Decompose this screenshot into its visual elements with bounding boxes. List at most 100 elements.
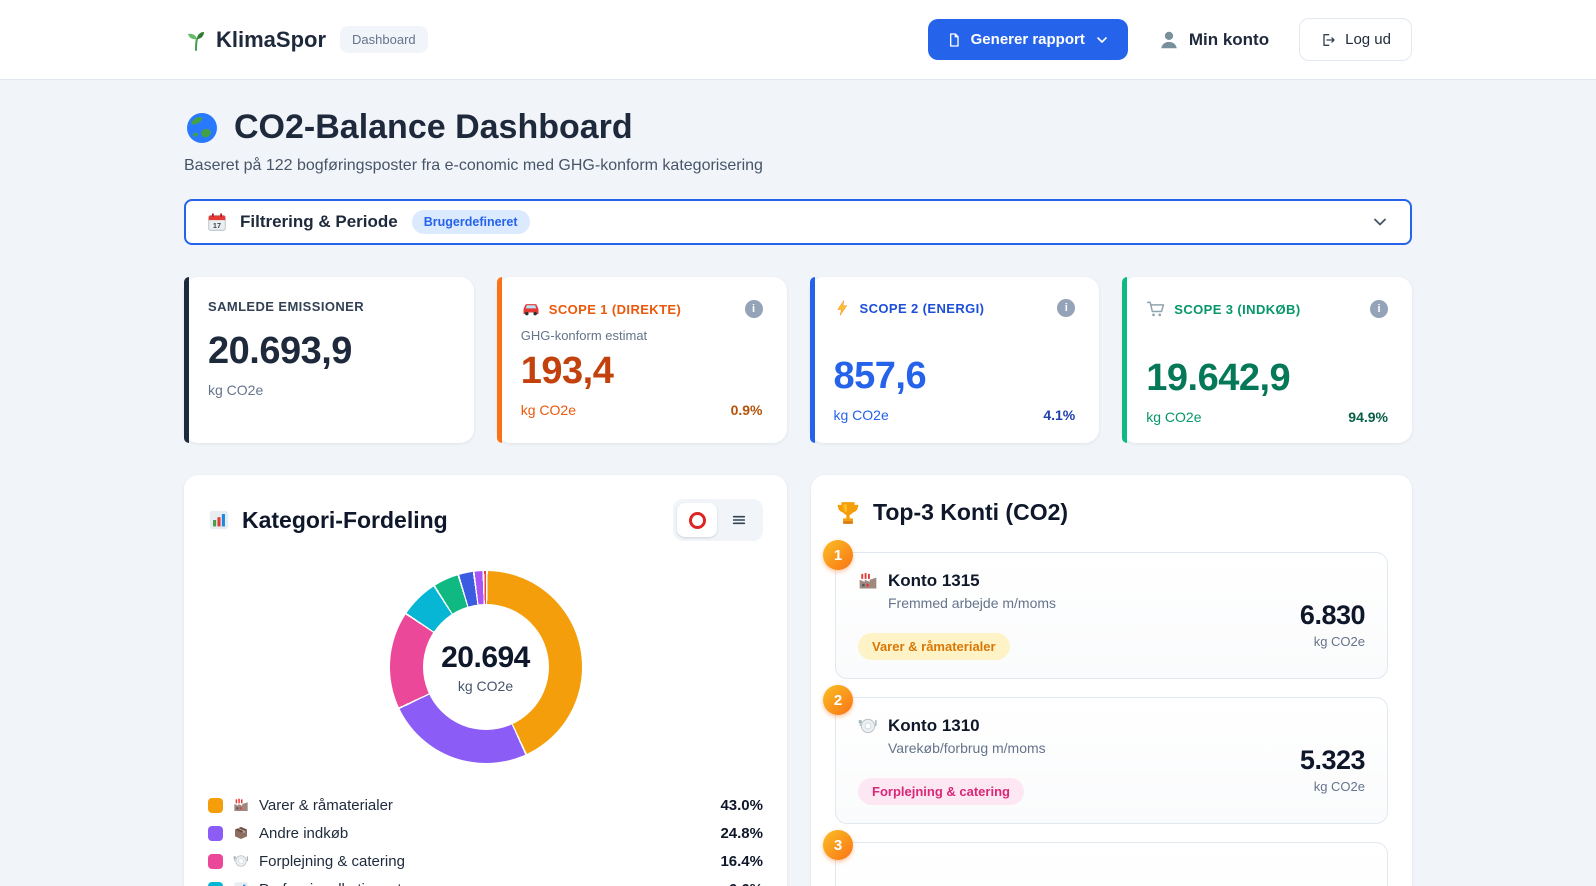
legend-percent: 6.6% xyxy=(729,881,763,886)
account-description: Varekøb/forbrug m/moms xyxy=(888,740,1046,756)
legend-label: Andre indkøb xyxy=(259,825,348,842)
donut-center: 20.694 kg CO2e xyxy=(423,604,549,730)
bar-chart-icon xyxy=(233,881,249,886)
filter-title: Filtrering & Periode xyxy=(240,212,398,232)
donut-chart-icon xyxy=(689,512,706,529)
person-icon xyxy=(1158,29,1180,51)
stat-scope2-value: 857,6 xyxy=(834,355,1076,398)
stat-total-unit: kg CO2e xyxy=(208,382,263,398)
chart-view-toggle xyxy=(673,499,763,541)
list-view-button[interactable] xyxy=(719,503,759,537)
rank-badge: 2 xyxy=(823,685,853,715)
stat-scope1-subtitle: GHG-konform estimat xyxy=(521,328,763,343)
seedling-icon xyxy=(184,28,208,52)
donut-total-unit: kg CO2e xyxy=(458,678,513,694)
stat-scope1-share: 0.9% xyxy=(731,402,763,418)
legend-percent: 24.8% xyxy=(720,825,763,842)
svg-text:17: 17 xyxy=(213,221,221,230)
stat-scope3-share: 94.9% xyxy=(1348,409,1388,425)
legend-swatch xyxy=(208,798,223,813)
stat-scope1-value: 193,4 xyxy=(521,350,763,393)
stat-card-scope1: SCOPE 1 (DIREKTE) i GHG-konform estimat … xyxy=(497,277,787,443)
donut-view-button[interactable] xyxy=(677,503,717,537)
donut-chart[interactable]: 20.694 kg CO2e xyxy=(390,571,582,763)
stat-total-value: 20.693,9 xyxy=(208,330,450,373)
account-co2-unit: kg CO2e xyxy=(1314,779,1365,794)
generate-report-label: Generer rapport xyxy=(971,31,1085,48)
rank-badge: 1 xyxy=(823,540,853,570)
legend-swatch xyxy=(208,882,223,886)
stat-card-total: SAMLEDE EMISSIONER 20.693,9 kg CO2e xyxy=(184,277,474,443)
generate-report-button[interactable]: Generer rapport xyxy=(928,19,1128,60)
scope2-info-icon[interactable]: i xyxy=(1057,299,1075,317)
page-title-text: CO2-Balance Dashboard xyxy=(234,108,633,147)
top3-list: 1 Konto 1315 Fremmed arbejde m/moms xyxy=(835,552,1388,886)
top3-item-2[interactable]: 2 Konto 1310 Varekøb/forbrug m/moms xyxy=(835,697,1388,824)
document-icon xyxy=(946,32,962,48)
account-co2-value: 6.830 xyxy=(1300,600,1365,631)
calendar-icon: 17 xyxy=(206,211,228,233)
legend-label: Professionelle tjenester xyxy=(259,881,415,886)
top3-panel-title: Top-3 Konti (CO2) xyxy=(835,499,1068,526)
account-co2-unit: kg CO2e xyxy=(1314,634,1365,649)
rank-badge: 3 xyxy=(823,830,853,860)
legend-swatch xyxy=(208,854,223,869)
legend-row[interactable]: Professionelle tjenester 6.6% xyxy=(208,875,763,886)
scope3-info-icon[interactable]: i xyxy=(1370,300,1388,318)
donut-total-value: 20.694 xyxy=(441,641,530,675)
account-menu[interactable]: Min konto xyxy=(1158,29,1269,51)
top3-item-3[interactable]: 3 xyxy=(835,842,1388,886)
package-icon xyxy=(233,825,249,841)
legend-row[interactable]: Andre indkøb 24.8% xyxy=(208,819,763,847)
list-icon xyxy=(731,512,747,528)
legend-label: Varer & råmaterialer xyxy=(259,797,393,814)
bar-chart-icon xyxy=(208,509,230,531)
category-distribution-panel: Kategori-Fordeling 20.694 xyxy=(184,475,787,886)
chart-legend: Varer & råmaterialer 43.0% Andre indkøb … xyxy=(208,791,763,886)
top3-item-1[interactable]: 1 Konto 1315 Fremmed arbejde m/moms xyxy=(835,552,1388,679)
account-label: Min konto xyxy=(1189,30,1269,50)
account-title: Konto 1315 xyxy=(888,571,1056,591)
legend-row[interactable]: Varer & råmaterialer 43.0% xyxy=(208,791,763,819)
category-panel-title-text: Kategori-Fordeling xyxy=(242,507,448,534)
dashboard-badge: Dashboard xyxy=(340,26,428,53)
scope1-info-icon[interactable]: i xyxy=(745,300,763,318)
account-co2-value: 5.323 xyxy=(1300,745,1365,776)
stat-scope2-share: 4.1% xyxy=(1043,407,1075,423)
stat-scope2-label: SCOPE 2 (ENERGI) xyxy=(860,301,985,316)
stat-scope3-label: SCOPE 3 (INDKØB) xyxy=(1174,302,1300,317)
account-title: Konto 1310 xyxy=(888,716,1046,736)
stat-total-label: SAMLEDE EMISSIONER xyxy=(208,299,450,314)
lightning-icon xyxy=(834,299,852,317)
legend-percent: 16.4% xyxy=(720,853,763,870)
category-pill: Forplejning & catering xyxy=(858,778,1024,805)
chevron-down-icon xyxy=(1094,32,1110,48)
category-panel-title: Kategori-Fordeling xyxy=(208,507,448,534)
earth-icon xyxy=(184,110,220,146)
car-icon xyxy=(521,299,541,319)
top3-panel-title-text: Top-3 Konti (CO2) xyxy=(873,499,1068,526)
top3-accounts-panel: Top-3 Konti (CO2) 1 xyxy=(811,475,1412,886)
brand-name: KlimaSpor xyxy=(216,27,326,53)
stat-scope1-unit: kg CO2e xyxy=(521,402,576,418)
legend-swatch xyxy=(208,826,223,841)
stat-scope2-unit: kg CO2e xyxy=(834,407,889,423)
logout-button[interactable]: Log ud xyxy=(1299,18,1412,61)
plate-icon xyxy=(858,716,878,736)
account-description: Fremmed arbejde m/moms xyxy=(888,595,1056,611)
filter-period-bar[interactable]: 17 Filtrering & Periode Brugerdefineret xyxy=(184,199,1412,245)
stat-scope3-value: 19.642,9 xyxy=(1146,357,1388,400)
brand[interactable]: KlimaSpor xyxy=(184,27,326,53)
legend-percent: 43.0% xyxy=(720,797,763,814)
plate-icon xyxy=(233,853,249,869)
top-navbar: KlimaSpor Dashboard Generer rapport Min … xyxy=(0,0,1596,80)
legend-row[interactable]: Forplejning & catering 16.4% xyxy=(208,847,763,875)
filter-chevron-down-icon[interactable] xyxy=(1370,212,1390,232)
factory-icon xyxy=(233,797,249,813)
factory-icon xyxy=(858,571,878,591)
shopping-cart-icon xyxy=(1146,299,1166,319)
stat-scope3-unit: kg CO2e xyxy=(1146,409,1201,425)
filter-custom-badge: Brugerdefineret xyxy=(412,210,530,234)
category-pill: Varer & råmaterialer xyxy=(858,633,1010,660)
legend-label: Forplejning & catering xyxy=(259,853,405,870)
